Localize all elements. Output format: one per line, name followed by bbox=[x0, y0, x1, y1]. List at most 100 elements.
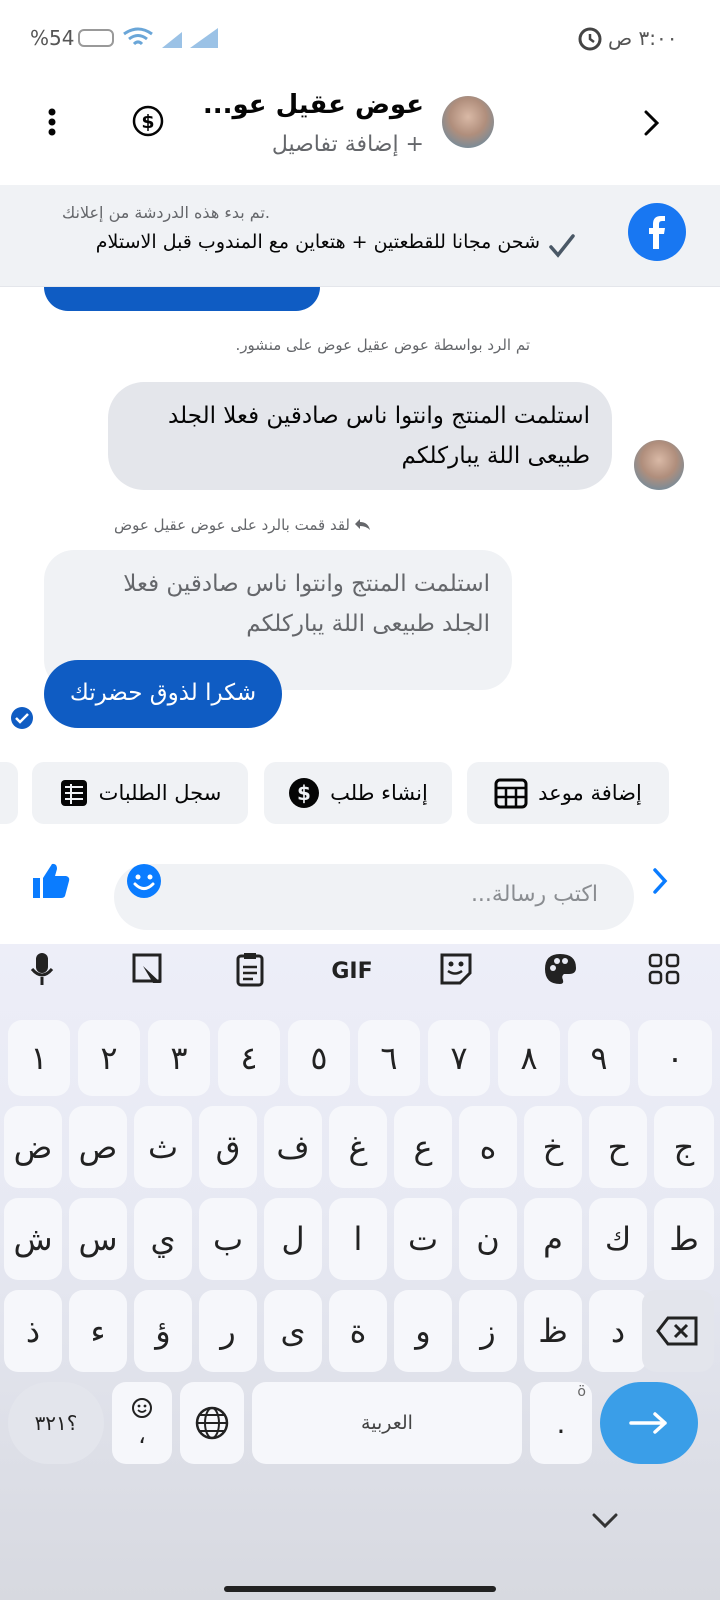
key[interactable]: ث bbox=[134, 1106, 192, 1188]
contact-name[interactable]: عوض عقيل عو... bbox=[203, 90, 424, 120]
key[interactable]: ح bbox=[589, 1106, 647, 1188]
clipboard-icon[interactable] bbox=[230, 946, 270, 992]
key[interactable]: ش bbox=[4, 1198, 62, 1280]
quick-action-label: إنشاء طلب bbox=[330, 781, 428, 805]
language-key[interactable] bbox=[180, 1382, 244, 1464]
ad-origin-banner[interactable]: .تم بدء هذه الدردشة من إعلانك شحن مجانا … bbox=[0, 185, 720, 287]
key[interactable]: ؤ bbox=[134, 1290, 192, 1372]
key[interactable]: ر bbox=[199, 1290, 257, 1372]
quick-action-order-history[interactable]: سجل الطلبات bbox=[32, 762, 248, 824]
outgoing-message-bubble[interactable]: شكرا لذوق حضرتك bbox=[44, 660, 282, 728]
back-arrow-icon[interactable] bbox=[640, 108, 662, 138]
key[interactable]: س bbox=[69, 1198, 127, 1280]
quick-action-partial[interactable] bbox=[0, 762, 18, 824]
backspace-key[interactable] bbox=[642, 1290, 714, 1372]
key[interactable]: ٩ bbox=[568, 1020, 630, 1096]
key[interactable]: ه bbox=[459, 1106, 517, 1188]
grid-menu-icon[interactable] bbox=[644, 946, 684, 992]
key[interactable]: ٨ bbox=[498, 1020, 560, 1096]
you-replied-label: لقد قمت بالرد على عوض عقيل عوض bbox=[114, 516, 372, 534]
key[interactable]: ق bbox=[199, 1106, 257, 1188]
key[interactable]: ١ bbox=[8, 1020, 70, 1096]
key[interactable]: ب bbox=[199, 1198, 257, 1280]
alarm-icon bbox=[578, 27, 602, 51]
previous-message-bubble bbox=[44, 287, 320, 311]
emoji-comma-key[interactable]: ، bbox=[112, 1382, 172, 1464]
incoming-message-bubble[interactable]: استلمت المنتج وانتوا ناس صادقين فعلا الج… bbox=[108, 382, 612, 490]
key[interactable]: ص bbox=[69, 1106, 127, 1188]
key[interactable]: ا bbox=[329, 1198, 387, 1280]
key[interactable]: ض bbox=[4, 1106, 62, 1188]
key[interactable]: ن bbox=[459, 1198, 517, 1280]
list-icon bbox=[60, 780, 87, 806]
translate-icon[interactable] bbox=[128, 946, 168, 992]
quick-action-create-order[interactable]: إنشاء طلب $ bbox=[264, 762, 452, 824]
add-details-link[interactable]: + إضافة تفاصيل bbox=[272, 132, 424, 157]
key[interactable]: ت bbox=[394, 1198, 452, 1280]
contact-avatar[interactable] bbox=[442, 96, 494, 148]
enter-key[interactable] bbox=[600, 1382, 698, 1464]
reply-arrow-icon bbox=[355, 519, 370, 530]
incoming-message-line: طبيعى اللة يباركلكم bbox=[401, 443, 590, 469]
key[interactable]: ٠ bbox=[638, 1020, 712, 1096]
period-key[interactable]: . ö bbox=[530, 1382, 592, 1464]
key[interactable]: ٢ bbox=[78, 1020, 140, 1096]
quoted-message-line: الجلد طبيعى اللة يباركلكم bbox=[246, 611, 490, 637]
key[interactable]: ع bbox=[394, 1106, 452, 1188]
comma-char: ، bbox=[138, 1421, 146, 1449]
quick-action-add-appointment[interactable]: إضافة موعد bbox=[467, 762, 669, 824]
status-bar: %54 ٣:٠٠ ص bbox=[0, 0, 720, 70]
battery-percent: %54 bbox=[30, 26, 75, 50]
key[interactable]: ز bbox=[459, 1290, 517, 1372]
key[interactable]: ة bbox=[329, 1290, 387, 1372]
emoji-icon[interactable] bbox=[126, 863, 162, 899]
key[interactable]: غ bbox=[329, 1106, 387, 1188]
key[interactable]: ظ bbox=[524, 1290, 582, 1372]
palette-icon[interactable] bbox=[540, 946, 580, 992]
key[interactable]: ط bbox=[654, 1198, 714, 1280]
key[interactable]: و bbox=[394, 1290, 452, 1372]
key[interactable]: ٤ bbox=[218, 1020, 280, 1096]
more-options-icon[interactable] bbox=[40, 106, 64, 138]
microphone-icon[interactable] bbox=[24, 946, 60, 992]
key[interactable]: ف bbox=[264, 1106, 322, 1188]
sticker-icon[interactable] bbox=[436, 946, 476, 992]
key[interactable]: ج bbox=[654, 1106, 714, 1188]
signal-icon bbox=[123, 27, 218, 48]
key[interactable]: ٥ bbox=[288, 1020, 350, 1096]
key[interactable]: ل bbox=[264, 1198, 322, 1280]
key[interactable]: ٣ bbox=[148, 1020, 210, 1096]
quoted-message-line: استلمت المنتج وانتوا ناس صادقين فعلا bbox=[123, 571, 490, 597]
thumbs-up-icon[interactable] bbox=[30, 860, 72, 902]
period-char: . bbox=[556, 1406, 566, 1440]
key[interactable]: ى bbox=[264, 1290, 322, 1372]
expand-chevron-icon[interactable] bbox=[648, 866, 672, 896]
key[interactable]: ء bbox=[69, 1290, 127, 1372]
key[interactable]: م bbox=[524, 1198, 582, 1280]
incoming-message-line: استلمت المنتج وانتوا ناس صادقين فعلا الج… bbox=[168, 403, 590, 429]
quick-action-label: إضافة موعد bbox=[538, 781, 642, 805]
ad-offer-text: شحن مجانا للقطعتين + هتعاين مع المندوب ق… bbox=[95, 231, 540, 253]
sender-avatar[interactable] bbox=[634, 440, 684, 490]
key[interactable]: خ bbox=[524, 1106, 582, 1188]
ad-origin-note: .تم بدء هذه الدردشة من إعلانك bbox=[62, 203, 270, 222]
reply-context-note: تم الرد بواسطة عوض عقيل عوض على منشور. bbox=[235, 336, 530, 354]
checkmark-icon bbox=[549, 234, 575, 258]
key[interactable]: ي bbox=[134, 1198, 192, 1280]
key[interactable]: ٧ bbox=[428, 1020, 490, 1096]
space-bar[interactable]: العربية bbox=[252, 1382, 522, 1464]
key[interactable]: ك bbox=[589, 1198, 647, 1280]
key[interactable]: ٦ bbox=[358, 1020, 420, 1096]
home-indicator[interactable] bbox=[224, 1586, 496, 1592]
key[interactable]: ذ bbox=[4, 1290, 62, 1372]
hide-keyboard-icon[interactable] bbox=[590, 1510, 620, 1532]
gif-button[interactable]: GIF bbox=[322, 948, 382, 994]
period-hint: ö bbox=[577, 1384, 586, 1400]
conversation-header: $ عوض عقيل عو... + إضافة تفاصيل bbox=[0, 70, 720, 185]
dollar-icon[interactable]: $ bbox=[131, 104, 165, 138]
symbols-key[interactable]: ؟٣٢١ bbox=[8, 1382, 104, 1464]
key[interactable]: د bbox=[589, 1290, 647, 1372]
message-input[interactable]: اكتب رسالة... bbox=[114, 864, 634, 930]
clock-time: ٣:٠٠ ص bbox=[608, 26, 678, 50]
keyboard: GIF ١ ٢ ٣ ٤ ٥ ٦ ٧ ٨ ٩ ٠ ض ص ث ق ف غ ع ه … bbox=[0, 944, 720, 1600]
